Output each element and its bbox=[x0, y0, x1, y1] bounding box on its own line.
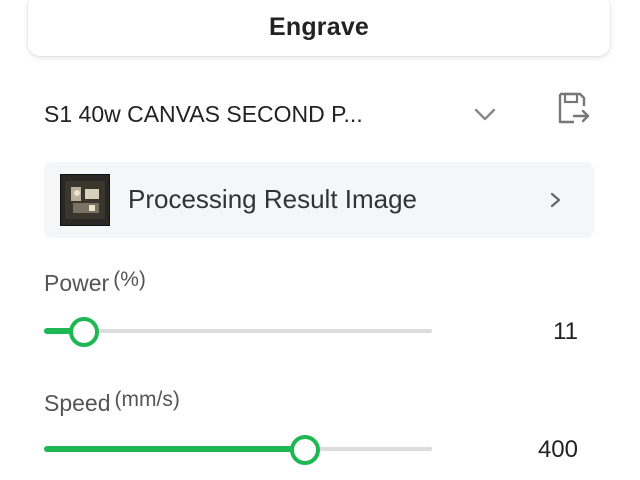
chevron-right-icon bbox=[550, 192, 561, 208]
speed-slider-thumb[interactable] bbox=[290, 435, 320, 465]
engrave-settings-panel: Engrave S1 40w CANVAS SECOND P... Proces… bbox=[0, 0, 640, 480]
power-value[interactable]: 11 bbox=[498, 318, 578, 346]
speed-unit: (mm/s) bbox=[114, 388, 180, 411]
power-label-text: Power bbox=[44, 270, 110, 296]
export-icon[interactable] bbox=[552, 88, 594, 130]
speed-slider[interactable] bbox=[44, 434, 432, 465]
power-label: Power (%) bbox=[44, 268, 146, 297]
speed-label-text: Speed bbox=[44, 390, 111, 416]
speed-value[interactable]: 400 bbox=[498, 436, 578, 464]
material-name: S1 40w CANVAS SECOND P... bbox=[44, 100, 363, 127]
power-slider-track bbox=[44, 329, 432, 333]
engrave-mode-label: Engrave bbox=[268, 12, 370, 41]
speed-label: Speed (mm/s) bbox=[44, 388, 180, 417]
speed-slider-fill bbox=[44, 446, 304, 452]
processing-result-label: Processing Result Image bbox=[128, 184, 418, 214]
chevron-down-icon[interactable] bbox=[471, 100, 499, 128]
material-selector[interactable]: S1 40w CANVAS SECOND P... bbox=[44, 86, 600, 142]
power-slider-thumb[interactable] bbox=[69, 317, 99, 347]
power-unit: (%) bbox=[113, 268, 146, 291]
image-thumbnail bbox=[60, 174, 110, 226]
processing-result-row[interactable]: Processing Result Image bbox=[44, 162, 594, 238]
power-slider[interactable] bbox=[44, 316, 432, 347]
engrave-mode-tab[interactable]: Engrave bbox=[28, 0, 610, 56]
